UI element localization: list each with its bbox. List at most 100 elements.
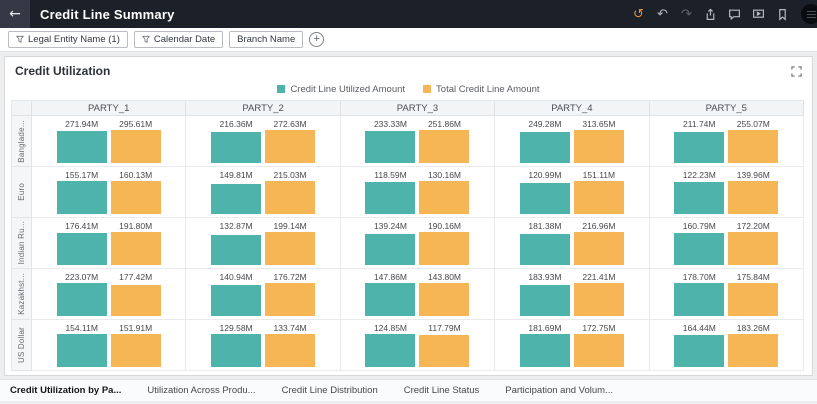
- bar-value-label: 313.65M: [582, 119, 616, 129]
- total-bar[interactable]: [728, 283, 779, 316]
- utilized-bar[interactable]: [211, 334, 262, 367]
- legend-item[interactable]: Credit Line Utilized Amount: [277, 84, 405, 95]
- redo-icon[interactable]: ↷: [677, 5, 696, 24]
- bar-group: [32, 334, 185, 367]
- utilized-bar[interactable]: [365, 234, 416, 265]
- legend-swatch: [277, 85, 286, 93]
- utilized-bar[interactable]: [56, 283, 107, 316]
- utilized-bar[interactable]: [365, 283, 416, 316]
- bar-value-label: 223.07M: [65, 272, 99, 282]
- total-bar[interactable]: [265, 283, 316, 316]
- total-bar[interactable]: [110, 334, 161, 367]
- profile-menu[interactable]: [801, 4, 817, 24]
- bar-value-label: 172.20M: [736, 221, 770, 231]
- utilized-bar[interactable]: [674, 233, 725, 265]
- utilized-bar[interactable]: [365, 182, 416, 214]
- back-button[interactable]: ←: [0, 0, 30, 28]
- utilized-bar[interactable]: [519, 183, 570, 214]
- row-header: US Dollar: [12, 320, 32, 371]
- utilized-bar[interactable]: [211, 285, 262, 316]
- legend-item[interactable]: Total Credit Line Amount: [423, 84, 540, 95]
- total-bar[interactable]: [265, 232, 316, 265]
- utilized-bar[interactable]: [56, 334, 107, 367]
- bar-group: [495, 181, 648, 214]
- chart-cell: 223.07M 177.42M: [32, 269, 187, 320]
- chart-cell: 139.24M 190.16M: [340, 218, 496, 269]
- filter-chip[interactable]: Legal Entity Name (1): [8, 31, 128, 48]
- utilized-bar[interactable]: [365, 334, 416, 367]
- total-bar[interactable]: [728, 334, 779, 367]
- utilized-bar[interactable]: [519, 132, 570, 163]
- utilized-bar[interactable]: [519, 334, 570, 367]
- utilized-bar[interactable]: [674, 182, 725, 214]
- comments-icon[interactable]: [725, 5, 744, 24]
- total-bar[interactable]: [573, 130, 624, 163]
- total-bar[interactable]: [419, 232, 470, 265]
- total-bar[interactable]: [110, 285, 161, 316]
- total-bar[interactable]: [573, 232, 624, 265]
- bar-value-label: 175.84M: [736, 272, 770, 282]
- total-bar[interactable]: [419, 335, 470, 367]
- bar-value-labels: 176.41M 191.80M: [32, 221, 185, 231]
- canvas-tab[interactable]: Credit Line Status: [404, 385, 480, 396]
- row-header-label: Kazakhst...: [17, 273, 26, 315]
- utilized-bar[interactable]: [674, 335, 725, 367]
- total-bar[interactable]: [110, 232, 161, 265]
- row-header: Euro: [12, 167, 32, 218]
- chart-cell: 164.44M 183.26M: [649, 320, 804, 371]
- canvas-tab[interactable]: Credit Line Distribution: [282, 385, 378, 396]
- filter-chip[interactable]: Branch Name: [229, 31, 304, 48]
- total-bar[interactable]: [419, 130, 470, 163]
- total-bar[interactable]: [728, 130, 779, 163]
- chart-cell: 149.81M 215.03M: [186, 167, 341, 218]
- add-filter-button[interactable]: +: [309, 32, 325, 47]
- bar-group: [495, 232, 648, 265]
- bar-group: [32, 130, 185, 163]
- legend-swatch: [423, 85, 432, 93]
- share-icon[interactable]: [701, 5, 720, 24]
- total-bar[interactable]: [110, 181, 161, 214]
- filter-chip[interactable]: Calendar Date: [133, 31, 224, 48]
- canvas-tab[interactable]: Credit Utilization by Pa...: [10, 385, 121, 396]
- canvas-tab[interactable]: Participation and Volum...: [505, 385, 613, 396]
- bar-value-label: 164.44M: [682, 323, 716, 333]
- utilized-bar[interactable]: [674, 283, 725, 316]
- total-bar[interactable]: [419, 181, 470, 214]
- utilized-bar[interactable]: [519, 234, 570, 265]
- utilized-bar[interactable]: [211, 235, 262, 265]
- total-bar[interactable]: [573, 334, 624, 367]
- total-bar[interactable]: [573, 181, 624, 214]
- maximize-icon[interactable]: [791, 65, 802, 77]
- bar-group: [650, 181, 803, 214]
- row-header-label: Banglade...: [17, 119, 26, 163]
- undo-icon[interactable]: ↶: [653, 5, 672, 24]
- utilized-bar[interactable]: [519, 285, 570, 316]
- bar-value-label: 151.11M: [582, 170, 616, 180]
- chart-cell: 271.94M 295.61M: [32, 116, 187, 167]
- bookmark-icon[interactable]: [773, 5, 792, 24]
- utilized-bar[interactable]: [56, 131, 107, 163]
- bar-value-labels: 223.07M 177.42M: [32, 272, 185, 282]
- bar-value-label: 117.79M: [428, 323, 461, 333]
- total-bar[interactable]: [573, 283, 624, 316]
- utilized-bar[interactable]: [56, 233, 107, 265]
- utilized-bar[interactable]: [365, 131, 416, 163]
- bar-value-label: 177.42M: [119, 272, 153, 282]
- total-bar[interactable]: [265, 130, 316, 163]
- total-bar[interactable]: [110, 130, 161, 163]
- present-icon[interactable]: [749, 5, 768, 24]
- total-bar[interactable]: [728, 181, 779, 214]
- utilized-bar[interactable]: [674, 132, 725, 163]
- canvas-tab[interactable]: Utilization Across Produ...: [147, 385, 255, 396]
- filter-funnel-icon: [16, 35, 24, 43]
- total-bar[interactable]: [419, 283, 470, 316]
- bar-group: [186, 334, 339, 367]
- utilized-bar[interactable]: [56, 181, 107, 214]
- total-bar[interactable]: [728, 232, 779, 265]
- utilized-bar[interactable]: [211, 132, 262, 163]
- utilized-bar[interactable]: [211, 184, 262, 214]
- bar-value-labels: 249.28M 313.65M: [495, 119, 648, 129]
- history-icon[interactable]: ↺: [629, 5, 648, 24]
- total-bar[interactable]: [265, 334, 316, 367]
- total-bar[interactable]: [265, 181, 316, 214]
